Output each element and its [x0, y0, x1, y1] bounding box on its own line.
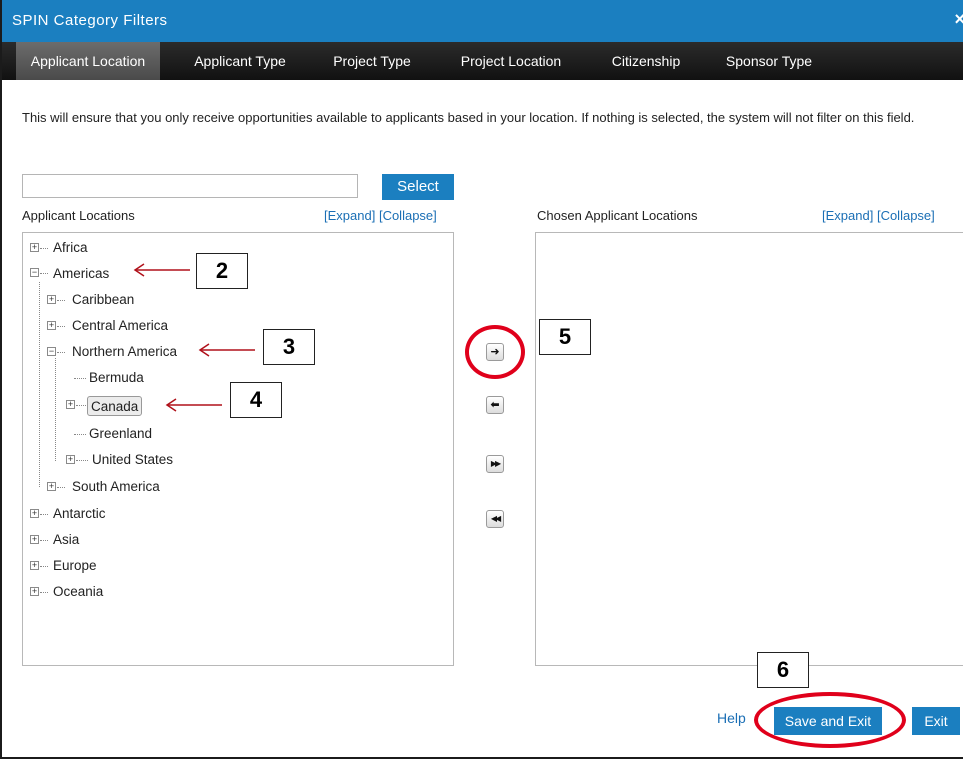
tree-item-bermuda[interactable]: Bermuda — [89, 368, 144, 388]
help-link[interactable]: Help — [717, 710, 746, 726]
tree-item-europe[interactable]: Europe — [53, 556, 97, 576]
tab-bar: Applicant Location Applicant Type Projec… — [2, 42, 963, 80]
move-left-button[interactable]: ⬅ — [486, 396, 504, 414]
title-bar: SPIN Category Filters × — [2, 0, 963, 42]
expand-icon[interactable]: + — [30, 243, 39, 252]
highlight-ring — [465, 325, 525, 379]
expand-icon[interactable]: + — [47, 482, 56, 491]
collapse-icon[interactable]: − — [30, 268, 39, 277]
tab-applicant-location[interactable]: Applicant Location — [16, 42, 160, 80]
tab-sponsor-type[interactable]: Sponsor Type — [714, 42, 824, 80]
dialog-title: SPIN Category Filters — [12, 12, 168, 29]
tab-project-location[interactable]: Project Location — [446, 42, 576, 80]
expand-icon[interactable]: + — [47, 295, 56, 304]
tree-item-americas[interactable]: Americas — [53, 264, 109, 284]
collapse-icon[interactable]: − — [47, 347, 56, 356]
intro-text: This will ensure that you only receive o… — [22, 110, 915, 125]
move-all-right-button[interactable]: ▶▶ — [486, 455, 504, 473]
select-button[interactable]: Select — [382, 174, 454, 200]
tree-connector — [55, 358, 56, 461]
tab-citizenship[interactable]: Citizenship — [596, 42, 696, 80]
right-expand-link[interactable]: [Expand] — [822, 208, 873, 223]
close-icon[interactable]: × — [954, 9, 963, 30]
tab-project-type[interactable]: Project Type — [320, 42, 424, 80]
tree-item-united-states[interactable]: United States — [92, 450, 173, 470]
callout-6: 6 — [757, 652, 809, 688]
exit-button[interactable]: Exit — [912, 707, 960, 735]
tree-item-greenland[interactable]: Greenland — [89, 424, 152, 444]
tree-item-antarctic[interactable]: Antarctic — [53, 504, 106, 524]
tree-item-oceania[interactable]: Oceania — [53, 582, 103, 602]
expand-icon[interactable]: + — [30, 587, 39, 596]
tab-applicant-type[interactable]: Applicant Type — [180, 42, 300, 80]
annotation-arrow-icon — [198, 343, 255, 357]
chosen-applicant-locations-title: Chosen Applicant Locations — [537, 208, 698, 223]
tree-item-south-america[interactable]: South America — [72, 477, 160, 497]
tree-item-africa[interactable]: Africa — [53, 238, 88, 258]
left-collapse-link[interactable]: [Collapse] — [379, 208, 437, 223]
expand-icon[interactable]: + — [47, 321, 56, 330]
annotation-arrow-icon — [133, 263, 190, 277]
expand-icon[interactable]: + — [30, 535, 39, 544]
tree-connector — [39, 282, 40, 487]
callout-5: 5 — [539, 319, 591, 355]
tree-item-northern-america[interactable]: Northern America — [72, 342, 177, 362]
tree-item-asia[interactable]: Asia — [53, 530, 79, 550]
expand-icon[interactable]: + — [30, 509, 39, 518]
expand-icon[interactable]: + — [30, 561, 39, 570]
callout-4: 4 — [230, 382, 282, 418]
move-all-left-button[interactable]: ◀◀ — [486, 510, 504, 528]
highlight-ring — [754, 692, 906, 748]
expand-icon[interactable]: + — [66, 400, 75, 409]
right-panel-links: [Expand] [Collapse] — [822, 208, 935, 223]
callout-3: 3 — [263, 329, 315, 365]
tree-item-canada[interactable]: Canada — [87, 396, 143, 416]
expand-icon[interactable]: + — [66, 455, 75, 464]
left-expand-link[interactable]: [Expand] — [324, 208, 375, 223]
annotation-arrow-icon — [165, 398, 222, 412]
callout-2: 2 — [196, 253, 248, 289]
tree-item-caribbean[interactable]: Caribbean — [72, 290, 134, 310]
applicant-locations-title: Applicant Locations — [22, 208, 135, 223]
left-panel-links: [Expand] [Collapse] — [324, 208, 437, 223]
location-search-input[interactable] — [22, 174, 358, 198]
tree-item-central-america[interactable]: Central America — [72, 316, 168, 336]
spin-category-filters-dialog: SPIN Category Filters × Applicant Locati… — [0, 0, 963, 759]
chosen-locations-list[interactable] — [535, 232, 963, 666]
right-collapse-link[interactable]: [Collapse] — [877, 208, 935, 223]
